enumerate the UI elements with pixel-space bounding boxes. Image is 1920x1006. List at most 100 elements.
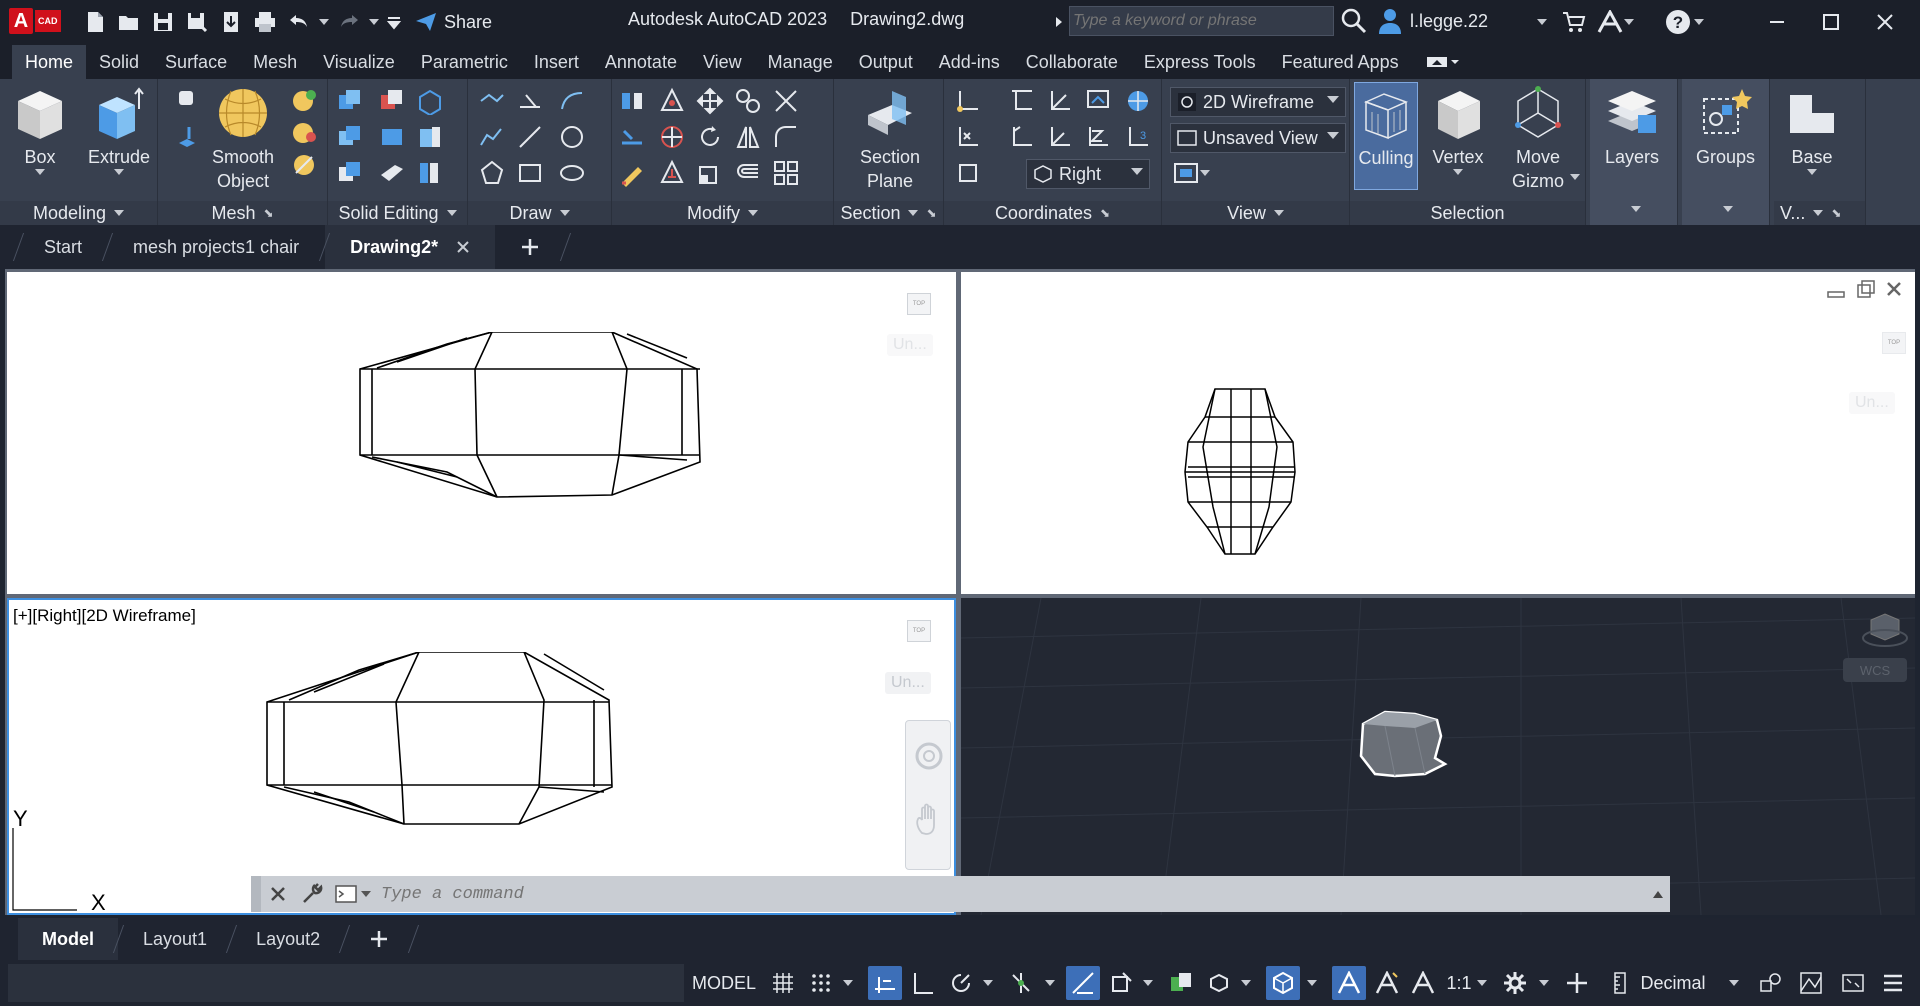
3d-object-snap-icon[interactable] <box>1266 966 1300 1000</box>
visual-style-combo[interactable]: 2D Wireframe <box>1170 87 1346 117</box>
search-input[interactable] <box>1073 12 1333 30</box>
search-box[interactable] <box>1069 6 1334 36</box>
tab-output[interactable]: Output <box>846 45 926 79</box>
smooth-more-icon[interactable] <box>290 87 318 115</box>
view-panel-title[interactable]: View <box>1162 201 1349 225</box>
autodesk-app-icon[interactable] <box>1596 8 1624 36</box>
units-value[interactable]: Decimal <box>1638 966 1708 1000</box>
base-button[interactable]: Base <box>1784 85 1840 175</box>
help-icon[interactable]: ? <box>1664 8 1692 36</box>
viewcube-icon[interactable]: TOP <box>1882 332 1906 354</box>
extract-edges-icon[interactable] <box>416 123 444 151</box>
section-dialog-launcher-icon[interactable]: ⬊ <box>926 206 936 220</box>
selection-cycling-dropdown-icon[interactable] <box>1236 966 1256 1000</box>
wcs-label-icon[interactable]: WCS <box>1843 658 1907 682</box>
named-view-combo[interactable]: Unsaved View <box>1170 123 1346 153</box>
copy-icon[interactable] <box>734 87 762 115</box>
isodraft-icon[interactable] <box>1004 966 1038 1000</box>
app-menu-button[interactable]: A CAD <box>9 7 69 35</box>
ortho-icon[interactable] <box>906 966 940 1000</box>
user-account[interactable]: l.legge.22 <box>1378 8 1488 34</box>
infer-constraints-icon[interactable] <box>868 966 902 1000</box>
arc-icon[interactable] <box>558 87 586 115</box>
ucs-unnamed-label[interactable]: Un... <box>885 672 931 694</box>
autodesk-dropdown-icon[interactable] <box>1622 8 1636 36</box>
polygon-icon[interactable] <box>478 159 506 187</box>
units-dropdown-icon[interactable] <box>1724 966 1744 1000</box>
ellipse-icon[interactable] <box>558 159 586 187</box>
gizmo-dropdown-icon[interactable] <box>1570 163 1584 191</box>
command-close-icon[interactable] <box>261 886 295 902</box>
tab-home[interactable]: Home <box>12 45 87 79</box>
close-tab-icon[interactable] <box>456 240 470 254</box>
new-tab-button[interactable] <box>495 225 565 269</box>
coordinates-panel-title[interactable]: Coordinates ⬊ <box>944 201 1161 225</box>
tab-add-ins[interactable]: Add-ins <box>926 45 1013 79</box>
tab-insert[interactable]: Insert <box>521 45 592 79</box>
user-dropdown-icon[interactable] <box>1528 8 1556 36</box>
solid-history-icon[interactable] <box>175 123 203 151</box>
rectangle-icon[interactable] <box>516 159 544 187</box>
modeling-panel-title[interactable]: Modeling <box>0 201 157 225</box>
scale-dropdown-icon[interactable] <box>1472 966 1492 1000</box>
customization-menu-icon[interactable] <box>1876 966 1910 1000</box>
ucs-named-icon[interactable] <box>1008 87 1036 115</box>
pan-icon[interactable] <box>914 803 944 842</box>
units-icon[interactable] <box>1604 966 1638 1000</box>
solid-editing-panel-title[interactable]: Solid Editing <box>328 201 467 225</box>
tab-view[interactable]: View <box>690 45 755 79</box>
doc-tab-mesh-projects[interactable]: mesh projects1 chair <box>108 225 324 269</box>
undo-icon[interactable] <box>282 7 316 37</box>
object-snap-dropdown-icon[interactable] <box>1138 966 1158 1000</box>
undo-dropdown-icon[interactable] <box>316 7 332 37</box>
ucs-world-icon[interactable] <box>1124 87 1152 115</box>
fillet-icon[interactable] <box>772 123 800 151</box>
viewport-restore-icon[interactable] <box>1857 280 1875 303</box>
smooth-less-icon[interactable] <box>290 119 318 147</box>
line-icon[interactable] <box>516 123 544 151</box>
command-customize-icon[interactable] <box>295 883 329 905</box>
trim-icon[interactable] <box>772 87 800 115</box>
recent-commands-icon[interactable] <box>329 885 375 903</box>
quick-properties-icon[interactable] <box>1754 966 1788 1000</box>
viewport-close-icon[interactable] <box>1885 280 1903 303</box>
3d-scale-icon[interactable] <box>658 159 686 187</box>
open-folder-icon[interactable] <box>112 7 146 37</box>
viewcube-icon[interactable]: TOP <box>907 293 931 315</box>
intersect-icon[interactable] <box>336 123 364 151</box>
help-dropdown-icon[interactable] <box>1692 8 1706 36</box>
ucs-view-combo[interactable]: Right <box>1026 159 1150 189</box>
offset-edge-icon[interactable] <box>416 159 444 187</box>
ucs-object-icon[interactable] <box>1008 123 1036 151</box>
plot-icon[interactable] <box>248 7 282 37</box>
offset-icon[interactable] <box>734 159 762 187</box>
command-history-icon[interactable] <box>1646 889 1670 899</box>
base-dropdown-icon[interactable] <box>1807 169 1817 175</box>
viewcube-icon[interactable]: TOP <box>907 620 931 642</box>
model-space-button[interactable]: MODEL <box>688 966 760 1000</box>
viewport-config-dropdown-icon[interactable] <box>1200 159 1214 187</box>
section-plane-button[interactable]: Section Plane <box>860 85 920 193</box>
presspull-icon[interactable] <box>175 87 203 115</box>
modify-panel-title[interactable]: Modify <box>612 201 833 225</box>
viewport-bottom-left[interactable]: [+][Right][2D Wireframe] TOP Un... Y X <box>7 598 956 915</box>
base-dialog-launcher-icon[interactable]: ⬊ <box>1831 206 1841 220</box>
share-button[interactable]: Share <box>414 10 492 34</box>
polar-tracking-icon[interactable] <box>944 966 978 1000</box>
workspace-dropdown-icon[interactable] <box>1534 966 1554 1000</box>
new-file-icon[interactable] <box>78 7 112 37</box>
graphics-performance-icon[interactable] <box>1794 966 1828 1000</box>
transparency-icon[interactable] <box>1164 966 1198 1000</box>
annotation-visibility-icon[interactable] <box>1332 966 1366 1000</box>
new-layout-button[interactable] <box>345 918 413 960</box>
selection-panel-title[interactable]: Selection <box>1350 201 1585 225</box>
viewport-label[interactable]: [+][Right][2D Wireframe] <box>13 606 196 626</box>
close-icon[interactable] <box>1858 0 1912 43</box>
ucs-3point-icon[interactable] <box>1046 123 1074 151</box>
workspace-gear-icon[interactable] <box>1498 966 1532 1000</box>
viewport-bottom-right[interactable]: WCS <box>961 598 1915 915</box>
publish-icon[interactable] <box>214 7 248 37</box>
separate-icon[interactable] <box>336 159 364 187</box>
annotation-scale-icon[interactable] <box>1406 966 1440 1000</box>
polyline-icon[interactable] <box>478 87 506 115</box>
